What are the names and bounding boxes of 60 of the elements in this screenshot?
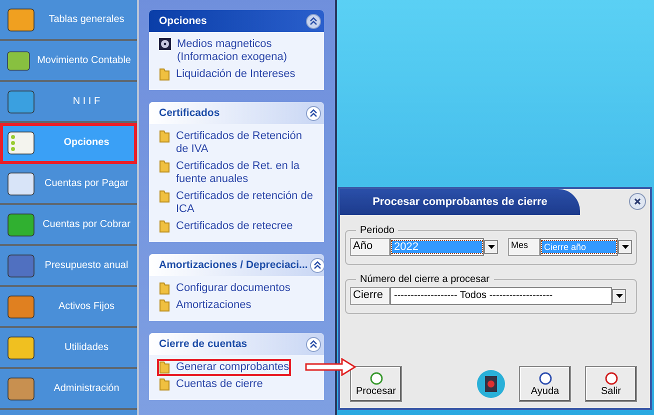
window-title: Procesar comprobantes de cierre (340, 189, 580, 215)
panel-link[interactable]: Certificados de retención de ICA (157, 188, 316, 218)
close-icon (634, 198, 641, 205)
caret-icon (488, 245, 494, 249)
dialog-button[interactable]: Salir (585, 366, 637, 402)
field-label: Año (350, 238, 390, 256)
collapse-icon[interactable] (306, 106, 321, 120)
folder-icon (159, 220, 170, 233)
caret-icon (616, 294, 622, 298)
app-icon (6, 88, 36, 116)
closing-dropdown[interactable]: ------------------- Todos ------------------- (390, 287, 612, 305)
folder-icon (159, 130, 170, 143)
app-icon (6, 374, 36, 402)
list-icon (6, 128, 36, 156)
dialog-button[interactable]: Ayuda (519, 366, 571, 402)
dropdown-button[interactable] (612, 289, 626, 303)
panel-link[interactable]: Certificados de Ret. en la fuente anuales (157, 158, 316, 188)
app-icon (6, 170, 36, 198)
app-icon (6, 334, 36, 362)
panel-link[interactable]: Liquidación de Intereses (157, 66, 298, 83)
panel-link[interactable]: Certificados de Retención de IVA (157, 128, 316, 158)
folder-icon (159, 361, 170, 374)
exit-icon (604, 372, 618, 384)
app-icon (6, 292, 36, 320)
group-label: Periodo (359, 225, 396, 236)
folder-icon (159, 68, 170, 81)
field-label: Mes (508, 238, 540, 256)
field-label: Cierre (350, 287, 390, 305)
panel-title: Amortizaciones / Depreciaci... (159, 259, 308, 271)
panel-title: Cierre de cuentas (159, 338, 248, 350)
close-button[interactable] (629, 193, 646, 210)
dropdown-button[interactable] (618, 240, 632, 254)
panel-link[interactable]: Cuentas de cierre (157, 376, 265, 393)
folder-icon (159, 378, 170, 391)
annotation-arrow (305, 358, 357, 376)
panel-link[interactable]: Configurar documentos (157, 280, 292, 297)
video-icon[interactable] (477, 370, 505, 398)
disc-icon (159, 38, 171, 50)
app-icon (6, 210, 36, 238)
collapse-icon[interactable] (310, 258, 324, 272)
folder-icon (159, 190, 170, 203)
dialog-button[interactable]: Procesar (350, 366, 402, 402)
folder-icon (159, 299, 170, 312)
group-label: Número del cierre a procesar (359, 274, 490, 285)
dropdown-button[interactable] (484, 240, 498, 254)
folder-icon (159, 282, 170, 295)
panel-title: Opciones (159, 15, 207, 27)
app-icon (6, 6, 36, 34)
caret-icon (622, 245, 628, 249)
panel-link[interactable]: Certificados de retecree (157, 218, 295, 235)
folder-icon (159, 160, 170, 173)
panel-link[interactable]: Medios magneticos (Informacion exogena) (157, 36, 316, 66)
panel-link[interactable]: Amortizaciones (157, 297, 254, 314)
collapse-icon[interactable] (306, 336, 321, 352)
panel-link[interactable]: Generar comprobantes (157, 359, 292, 376)
help-icon (538, 372, 552, 384)
collapse-icon[interactable] (306, 14, 321, 28)
panel-title: Certificados (159, 107, 220, 119)
app-icon (6, 252, 36, 280)
check-icon (370, 372, 382, 384)
